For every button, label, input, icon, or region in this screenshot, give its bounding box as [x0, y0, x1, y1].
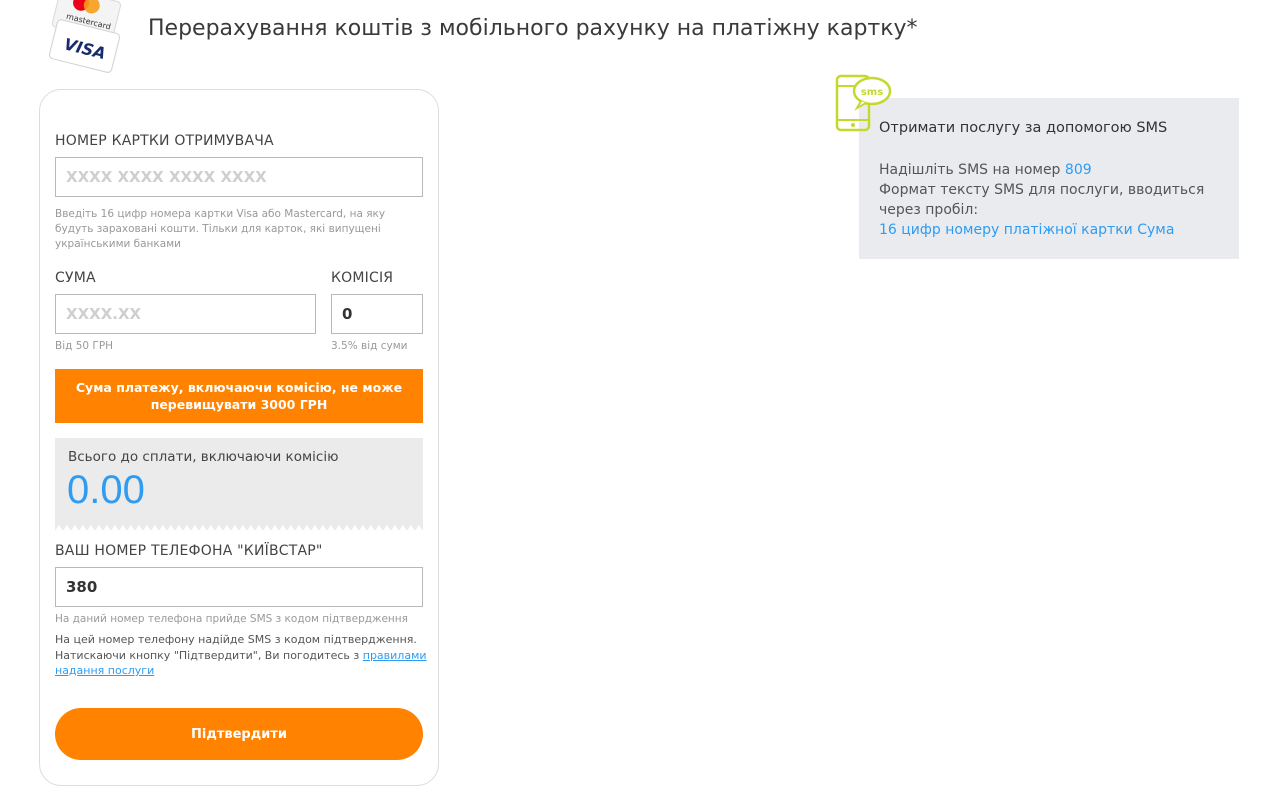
- receipt-edge: [55, 525, 423, 531]
- amount-hint: Від 50 ГРН: [55, 340, 114, 352]
- fee-field[interactable]: [331, 294, 423, 334]
- amount-input[interactable]: [55, 294, 316, 334]
- phone-label: ВАШ НОМЕР ТЕЛЕФОНА "КИЇВСТАР": [55, 543, 323, 559]
- payment-cards-logo: mastercard VISA: [48, 0, 121, 73]
- card-number-input[interactable]: [55, 157, 423, 197]
- phone-input[interactable]: [55, 567, 423, 607]
- consent-note: На цей номер телефону надійде SMS з кодо…: [55, 632, 427, 679]
- card-number-hint: Введіть 16 цифр номера картки Visa або M…: [55, 208, 386, 250]
- sms-title: Отримати послугу за допомогою SMS: [879, 120, 1168, 136]
- sms-format-example: 16 цифр номеру платіжної картки Сума: [879, 222, 1175, 238]
- confirm-button[interactable]: Підтвердити: [55, 708, 423, 760]
- max-amount-warning: Сума платежу, включаючи комісію, не може…: [55, 369, 423, 423]
- card-number-label: НОМЕР КАРТКИ ОТРИМУВАЧА: [55, 133, 274, 149]
- phone-hint: На даний номер телефона прийде SMS з код…: [55, 613, 408, 625]
- total-label: Всього до сплати, включаючи комісію: [68, 449, 339, 465]
- sms-send-text: Надішліть SMS на номер: [879, 162, 1065, 178]
- total-value: 0.00: [67, 468, 145, 512]
- sms-icon-text: sms: [861, 87, 883, 98]
- page-title: Перерахування коштів з мобільного рахунк…: [148, 16, 918, 41]
- fee-label: КОМІСІЯ: [331, 270, 394, 286]
- fee-hint: 3.5% від суми: [331, 340, 408, 352]
- sms-format-description: Формат тексту SMS для послуги, вводиться…: [879, 182, 1205, 218]
- sms-instructions: Надішліть SMS на номер 809 Формат тексту…: [879, 160, 1229, 240]
- total-box: Всього до сплати, включаючи комісію 0.00: [55, 438, 423, 531]
- amount-label: СУМА: [55, 270, 96, 286]
- sms-number: 809: [1064, 162, 1092, 178]
